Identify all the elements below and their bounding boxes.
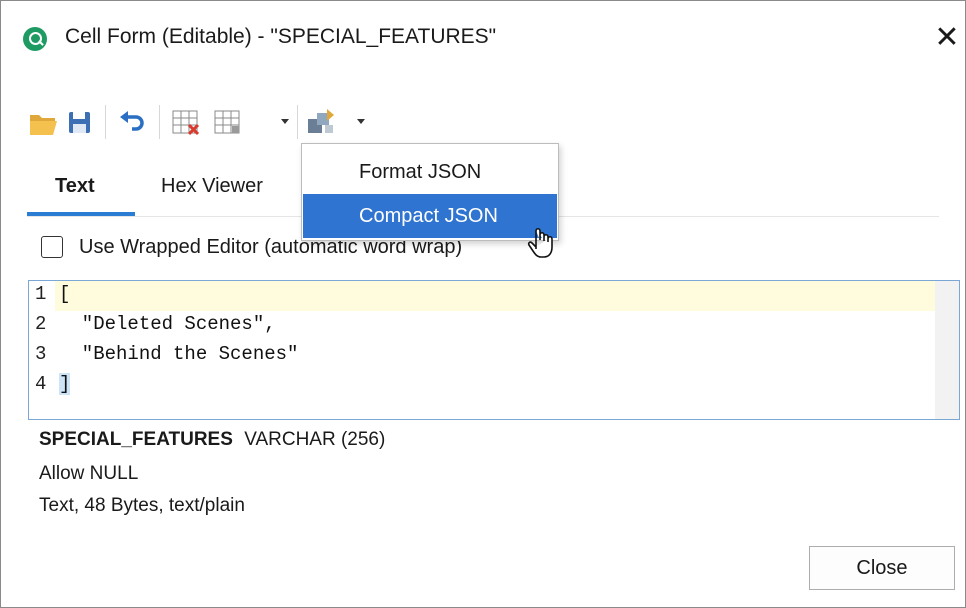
code-text: ] — [59, 373, 71, 395]
window-close-button[interactable]: ✕ — [927, 15, 966, 61]
line-number: 1 — [35, 283, 47, 305]
window-title: Cell Form (Editable) - "SPECIAL_FEATURES… — [65, 25, 497, 48]
grid-options-button[interactable] — [211, 99, 245, 145]
format-button[interactable] — [305, 99, 339, 145]
code-text: "Deleted Scenes", — [59, 313, 276, 335]
line-number: 2 — [35, 313, 47, 335]
toolbar — [27, 99, 427, 147]
column-name: SPECIAL_FEATURES — [39, 429, 233, 450]
code-line: 1 [ — [29, 283, 933, 313]
save-icon — [69, 112, 90, 133]
code-line: 3 "Behind the Scenes" — [29, 343, 933, 373]
line-number: 4 — [35, 373, 47, 395]
editor-scrollbar[interactable] — [935, 281, 959, 419]
line-number: 3 — [35, 343, 47, 365]
code-line: 4 ] — [29, 373, 933, 403]
value-details: Text, 48 Bytes, text/plain — [39, 495, 245, 516]
column-type: VARCHAR (256) — [244, 429, 386, 450]
tab-text[interactable]: Text — [55, 175, 95, 198]
format-dropdown-arrow-icon[interactable] — [357, 119, 365, 124]
nullability-text: Allow NULL — [39, 463, 139, 484]
code-text: [ — [59, 283, 71, 305]
view-tabs: Text Hex Viewer — [27, 161, 307, 221]
app-logo-icon — [23, 27, 47, 51]
open-file-button[interactable] — [27, 99, 61, 145]
null-cell-icon — [172, 110, 200, 136]
folder-open-icon — [30, 115, 57, 135]
column-header: SPECIAL_FEATURES VARCHAR (256) — [39, 429, 385, 451]
mouse-cursor-icon — [527, 227, 553, 258]
undo-button[interactable] — [115, 99, 149, 145]
menu-item-compact-json[interactable]: Compact JSON — [303, 194, 557, 238]
format-menu: Format JSON Compact JSON — [301, 143, 559, 241]
title-bar: Cell Form (Editable) - "SPECIAL_FEATURES… — [1, 1, 965, 77]
save-button[interactable] — [63, 99, 97, 145]
format-icon — [308, 109, 334, 133]
wrapped-editor-checkbox[interactable] — [41, 236, 63, 258]
tab-hex-viewer[interactable]: Hex Viewer — [161, 175, 263, 198]
cell-form-window: Cell Form (Editable) - "SPECIAL_FEATURES… — [0, 0, 966, 608]
set-null-button[interactable] — [169, 99, 203, 145]
json-editor[interactable]: 1 [ 2 "Deleted Scenes", 3 "Behind the Sc… — [28, 280, 960, 420]
close-button[interactable]: Close — [809, 546, 955, 590]
grid-icon — [214, 110, 240, 134]
menu-item-format-json[interactable]: Format JSON — [303, 150, 557, 194]
undo-icon — [120, 111, 144, 131]
grid-dropdown-arrow-icon[interactable] — [281, 119, 289, 124]
code-text: "Behind the Scenes" — [59, 343, 299, 365]
code-line: 2 "Deleted Scenes", — [29, 313, 933, 343]
